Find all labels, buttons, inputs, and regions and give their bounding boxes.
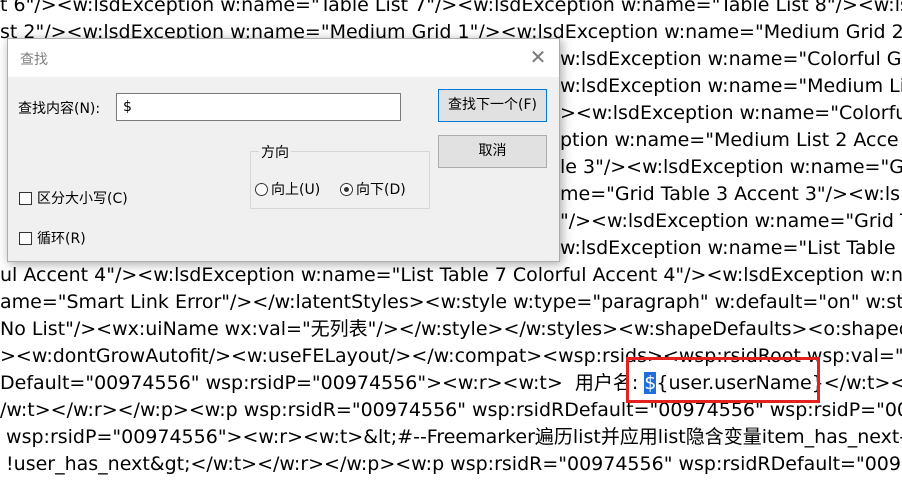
direction-group-label: 方向 — [259, 142, 291, 162]
text-line: me="Grid Table 3 Accent 3"/><w:ls — [560, 183, 900, 205]
direction-group: 方向 向上(U) 向下(D) — [250, 142, 430, 209]
text-line: No List"/><wx:uiName wx:val="无列表"/></w:s… — [0, 318, 902, 340]
match-case-label: 区分大小写(C) — [37, 191, 128, 207]
annotation-highlight-box — [626, 357, 820, 403]
text-line-suffix: </w:t></ — [823, 372, 902, 394]
radio-indicator-selected[interactable] — [340, 182, 353, 196]
text-line: ><w:lsdException w:name="Colorful Grid A… — [560, 102, 902, 124]
text-line: w:lsdException w:name="Medium List 2 Acc… — [560, 75, 902, 97]
radio-indicator[interactable] — [255, 182, 268, 196]
direction-down-label: 向下(D) — [356, 182, 406, 198]
direction-up-label: 向上(U) — [271, 182, 321, 198]
find-dialog: 查找 ✕ 查找内容(N): 查找下一个(F) 取消 方向 向上(U) 向下(D)… — [7, 38, 560, 262]
text-line: ul Accent 4"/><w:lsdException w:name="Li… — [0, 264, 902, 286]
dialog-titlebar[interactable]: 查找 ✕ — [8, 39, 559, 77]
match-case-checkbox[interactable]: 区分大小写(C) — [19, 188, 128, 208]
text-line: t 6"/><w:lsdException w:name="Table List… — [0, 0, 902, 16]
find-what-input[interactable] — [116, 93, 401, 121]
direction-up-radio[interactable]: 向上(U) — [255, 179, 320, 199]
find-what-label: 查找内容(N): — [18, 101, 101, 117]
text-line: le 3"/><w:lsdException w:name="Gr — [560, 156, 902, 178]
find-next-button[interactable]: 查找下一个(F) — [438, 89, 547, 122]
text-line: !user_has_next&gt;</w:t></w:r></w:p><w:p… — [0, 453, 902, 475]
text-line: ame="Smart Link Error"/></w:latentStyles… — [0, 291, 902, 313]
text-line: w:lsdException w:name="List Table 2 — [560, 237, 902, 259]
text-line: w:lsdException w:name="Colorful Grid Acc… — [560, 48, 902, 70]
direction-down-radio[interactable]: 向下(D) — [340, 179, 406, 199]
wrap-around-label: 循环(R) — [37, 231, 86, 247]
close-icon[interactable]: ✕ — [517, 39, 559, 77]
text-line: "/><w:lsdException w:name="Grid T — [560, 210, 902, 232]
checkbox-box[interactable] — [19, 231, 32, 245]
wrap-around-checkbox[interactable]: 循环(R) — [19, 228, 86, 248]
cancel-button[interactable]: 取消 — [438, 135, 547, 168]
dialog-title: 查找 — [20, 52, 48, 68]
checkbox-box[interactable] — [19, 191, 32, 205]
text-line-prefix: Default="00974556" wsp:rsidP="00974556">… — [0, 372, 645, 394]
text-line: ption w:name="Medium List 2 Acce — [560, 129, 899, 151]
text-line: wsp:rsidP="00974556"><w:r><w:t>&lt;#--Fr… — [0, 426, 902, 448]
